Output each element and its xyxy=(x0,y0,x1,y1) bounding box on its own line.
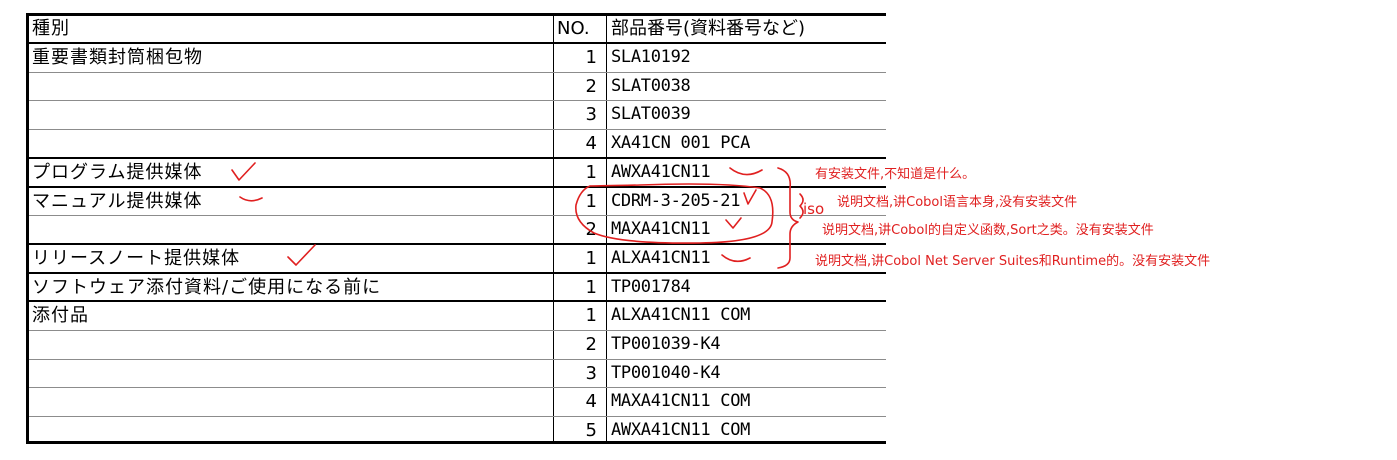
header-no: NO. xyxy=(557,18,590,39)
cell-type xyxy=(32,387,552,416)
cell-part-number: MAXA41CN11 COM xyxy=(611,391,751,412)
cell-type: ソフトウェア添付資料/ご使用になる前に xyxy=(32,276,382,298)
table-row: リリースノート提供媒体 1 ALXA41CN11 xyxy=(26,244,886,273)
cell-type xyxy=(32,359,552,388)
cell-no: 2 xyxy=(585,75,597,97)
cell-no: 1 xyxy=(585,305,597,327)
table-row: 添付品 1 ALXA41CN11 COM xyxy=(26,301,886,330)
cell-no: 1 xyxy=(585,190,597,212)
cell-part-number: SLAT0038 xyxy=(611,75,691,96)
note-cobol-functions: 说明文档,讲Cobol的自定义函数,Sort之类。没有安装文件 xyxy=(822,223,1154,238)
table-row: 4 XA41CN 001 PCA xyxy=(26,129,886,158)
cell-type: プログラム提供媒体 xyxy=(32,161,203,183)
cell-no: 3 xyxy=(585,104,597,126)
table-row: 5 AWXA41CN11 COM xyxy=(26,416,886,445)
table-row: 3 SLAT0039 xyxy=(26,100,886,129)
note-release-notes: 说明文档,讲Cobol Net Server Suites和Runtime的。没… xyxy=(815,254,1211,269)
cell-type xyxy=(32,72,552,101)
cell-type: マニュアル提供媒体 xyxy=(32,190,203,212)
cell-type: 重要書類封筒梱包物 xyxy=(32,47,203,68)
table-row: マニュアル提供媒体 1 CDRM-3-205-21 xyxy=(26,187,886,216)
table-row: プログラム提供媒体 1 AWXA41CN11 xyxy=(26,158,886,187)
cell-no: 2 xyxy=(585,219,597,241)
cell-no: 1 xyxy=(585,47,597,68)
cell-no: 1 xyxy=(585,247,597,269)
cell-type xyxy=(32,330,552,359)
cell-type xyxy=(32,416,552,445)
cell-part-number: TP001040-K4 xyxy=(611,362,721,383)
note-program-media: 有安装文件,不知道是什么。 xyxy=(815,167,976,182)
cell-part-number: SLA10192 xyxy=(611,47,691,67)
cell-part-number: TP001784 xyxy=(611,276,691,297)
cell-no: 1 xyxy=(585,161,597,183)
cell-type xyxy=(32,215,552,244)
cell-no: 5 xyxy=(585,420,597,442)
table-row: 重要書類封筒梱包物 1 SLA10192 xyxy=(26,43,886,72)
cell-no: 1 xyxy=(585,276,597,298)
header-row: 種別 NO. 部品番号(資料番号など) xyxy=(26,14,886,43)
cell-type: リリースノート提供媒体 xyxy=(32,247,241,269)
table-row: ソフトウェア添付資料/ご使用になる前に 1 TP001784 xyxy=(26,273,886,302)
table-row: 3 TP001040-K4 xyxy=(26,359,886,388)
cell-no: 4 xyxy=(585,391,597,413)
table-row: 2 MAXA41CN11 xyxy=(26,215,886,244)
cell-part-number: SLAT0039 xyxy=(611,104,691,125)
header-part-number: 部品番号(資料番号など) xyxy=(611,18,806,39)
table-row: 4 MAXA41CN11 COM xyxy=(26,387,886,416)
cell-part-number: TP001039-K4 xyxy=(611,334,721,354)
table-row: 2 TP001039-K4 xyxy=(26,330,886,359)
spreadsheet-table: 種別 NO. 部品番号(資料番号など) 重要書類封筒梱包物 1 SLA10192 2 S… xyxy=(26,13,886,444)
cell-no: 4 xyxy=(585,133,597,155)
cell-part-number: XA41CN 001 PCA xyxy=(611,133,751,154)
note-cobol-language: 说明文档,讲Cobol语言本身,没有安装文件 xyxy=(837,195,1078,210)
cell-type: 添付品 xyxy=(32,305,89,327)
cell-type xyxy=(32,100,552,129)
table-row: 2 SLAT0038 xyxy=(26,72,886,101)
cell-no: 3 xyxy=(585,362,597,384)
cell-part-number: AWXA41CN11 COM xyxy=(611,420,751,441)
cell-no: 2 xyxy=(585,334,597,355)
header-type: 種別 xyxy=(32,18,70,39)
cell-type xyxy=(32,129,552,158)
cell-part-number: ALXA41CN11 COM xyxy=(611,305,751,326)
